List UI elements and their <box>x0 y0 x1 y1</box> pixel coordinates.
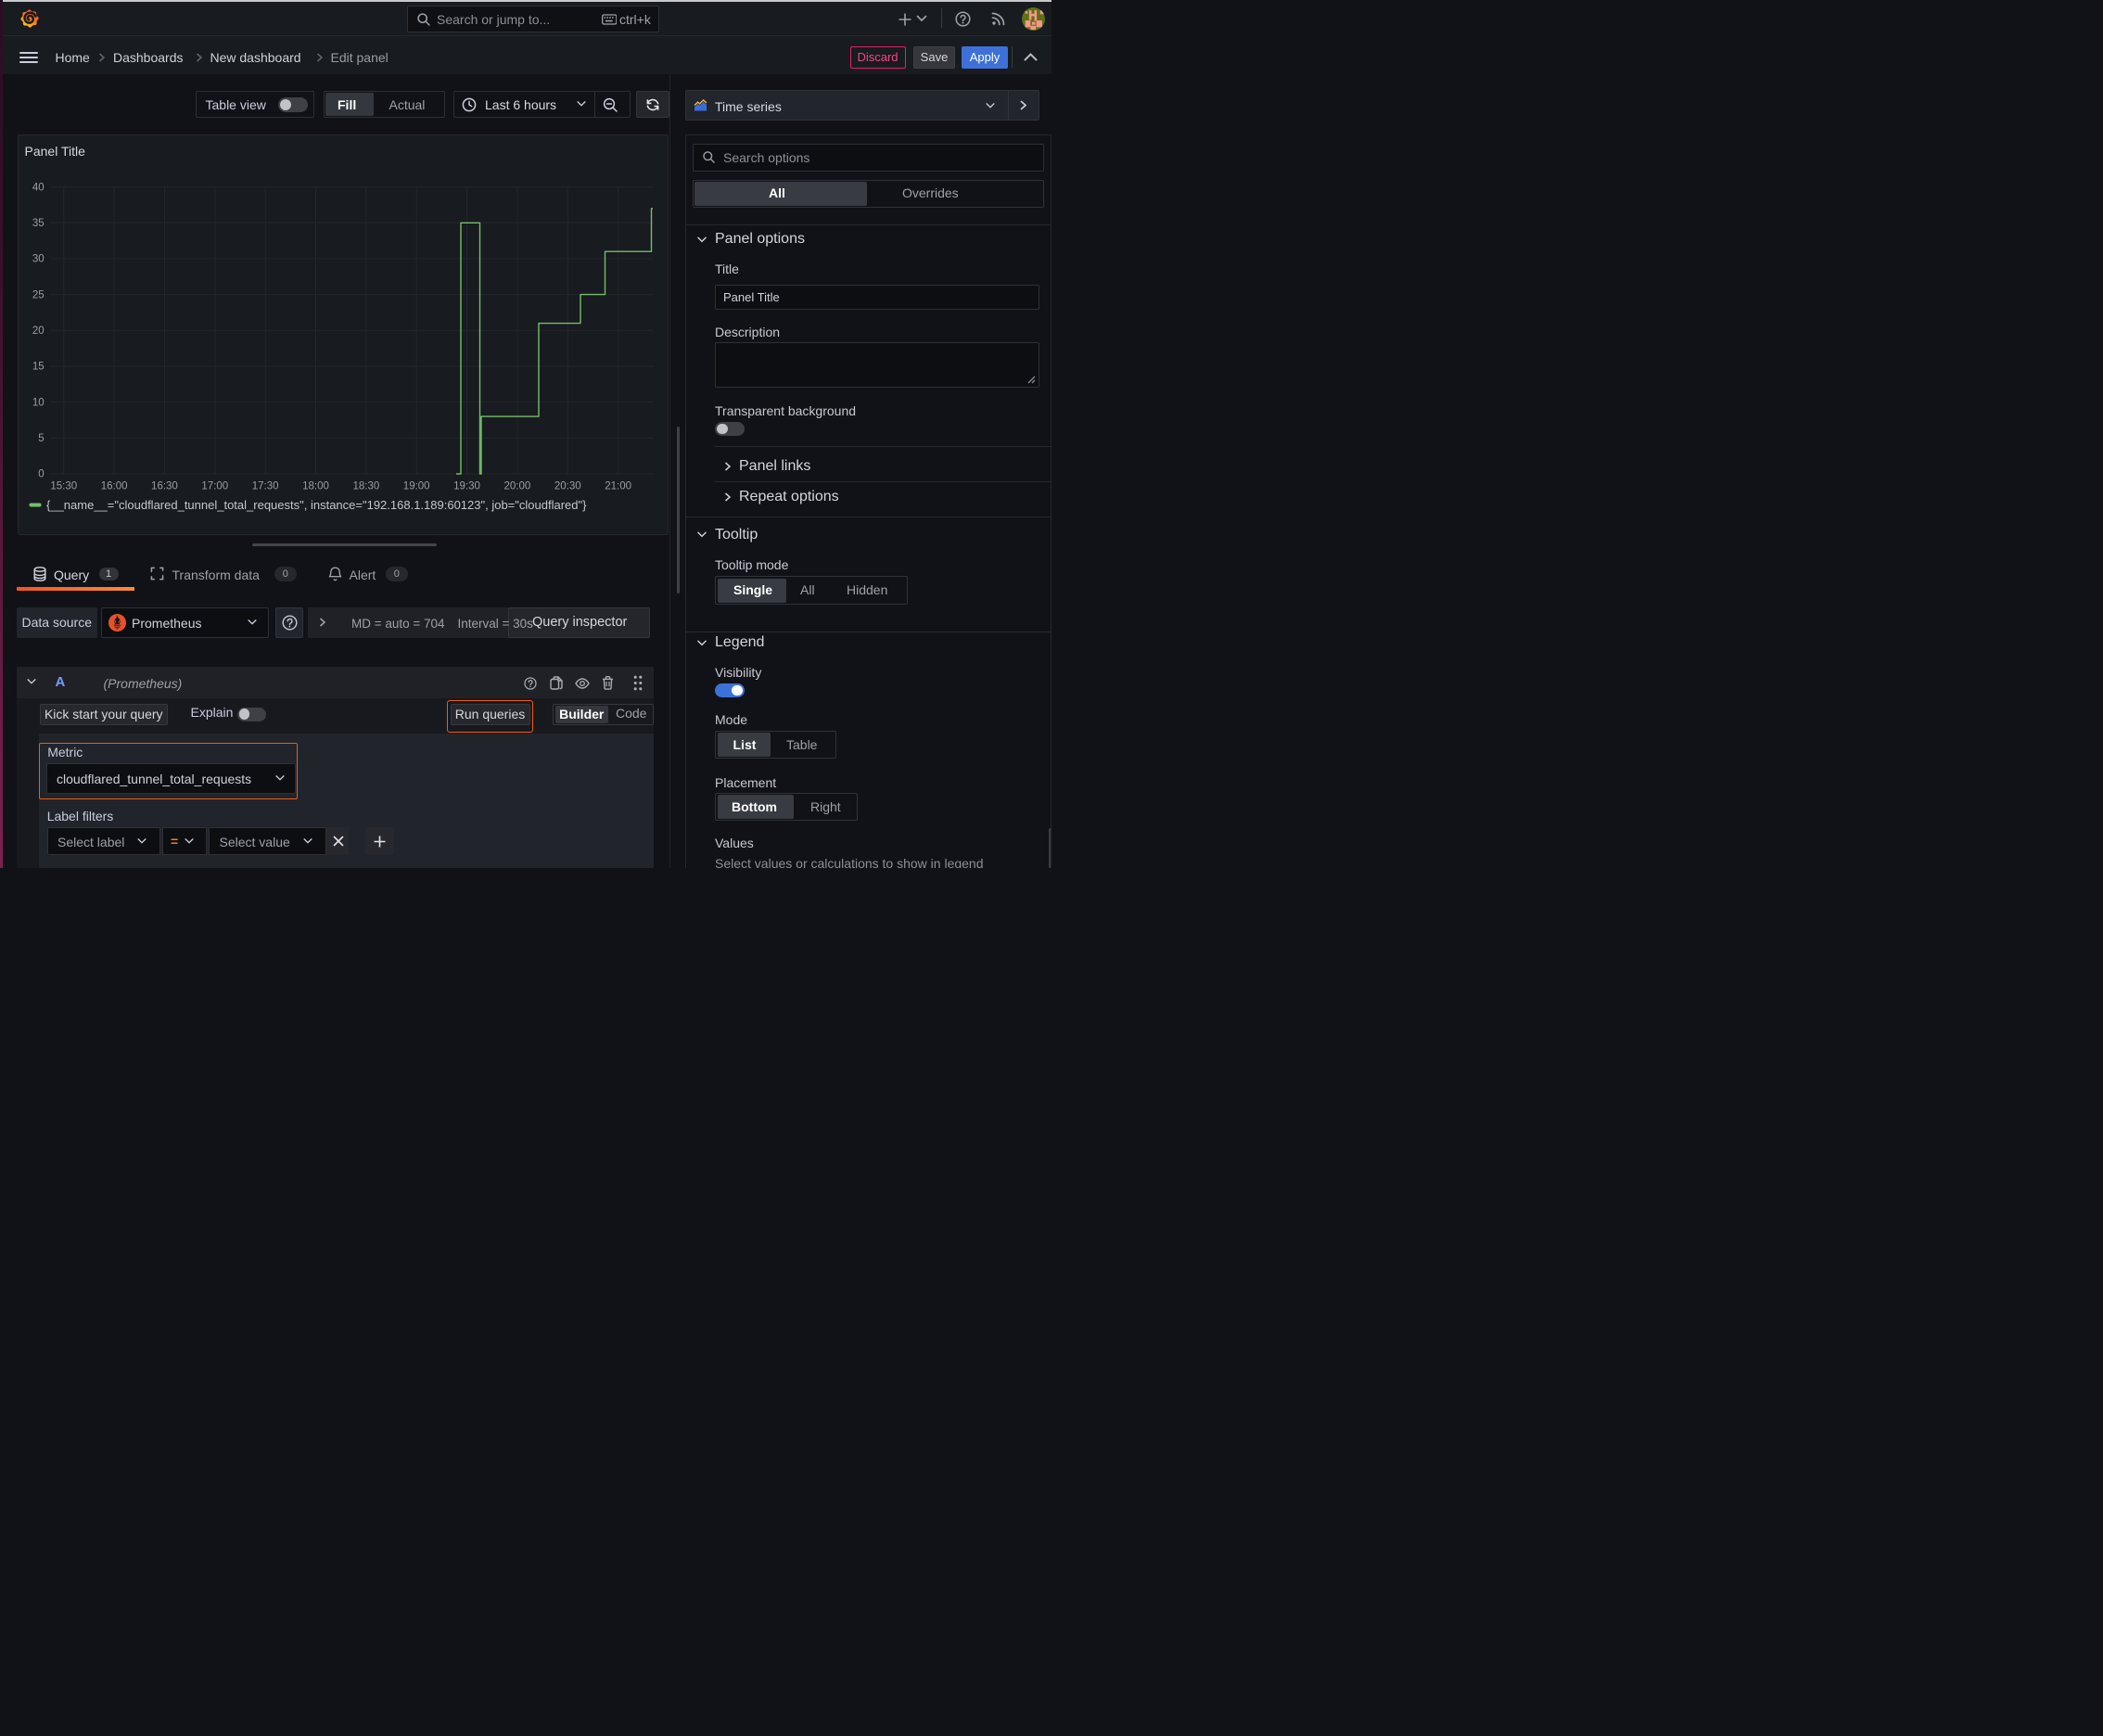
svg-text:20: 20 <box>32 326 44 337</box>
svg-text:40: 40 <box>32 182 44 193</box>
svg-text:18:30: 18:30 <box>352 481 379 492</box>
svg-text:0: 0 <box>38 469 44 480</box>
svg-text:19:30: 19:30 <box>453 481 480 492</box>
svg-text:20:00: 20:00 <box>503 481 530 492</box>
svg-text:15: 15 <box>32 362 44 373</box>
svg-text:20:30: 20:30 <box>554 481 580 492</box>
svg-text:19:00: 19:00 <box>402 481 429 492</box>
svg-text:16:00: 16:00 <box>100 481 127 492</box>
svg-text:5: 5 <box>38 433 44 444</box>
svg-text:25: 25 <box>32 289 44 300</box>
svg-text:35: 35 <box>32 218 44 229</box>
svg-text:18:00: 18:00 <box>302 481 329 492</box>
svg-text:30: 30 <box>32 254 44 265</box>
svg-text:21:00: 21:00 <box>605 481 631 492</box>
svg-text:15:30: 15:30 <box>50 481 77 492</box>
svg-text:10: 10 <box>32 397 44 408</box>
svg-text:{__name__="cloudflared_tunnel_: {__name__="cloudflared_tunnel_total_requ… <box>46 498 587 512</box>
svg-text:17:00: 17:00 <box>201 481 228 492</box>
svg-text:16:30: 16:30 <box>151 481 178 492</box>
svg-text:17:30: 17:30 <box>251 481 278 492</box>
